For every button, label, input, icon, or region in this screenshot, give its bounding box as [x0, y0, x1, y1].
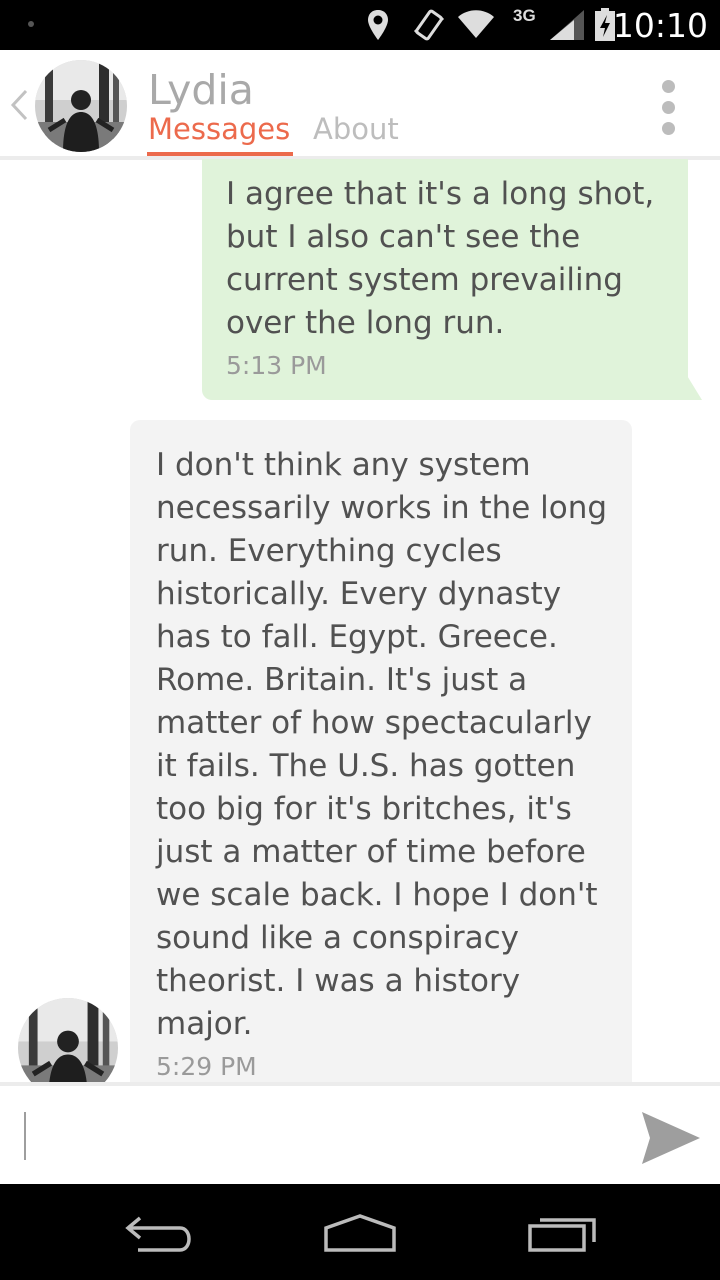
recents-nav-icon[interactable] — [526, 1214, 598, 1259]
notification-dot — [28, 21, 34, 27]
vibrate-icon — [412, 8, 446, 47]
back-chevron-icon[interactable] — [8, 88, 30, 127]
send-icon[interactable] — [640, 1110, 702, 1171]
status-bar: 3G 10:10 — [0, 0, 720, 50]
tab-messages[interactable]: Messages — [148, 112, 290, 146]
contact-avatar[interactable] — [35, 60, 127, 152]
back-nav-icon[interactable] — [124, 1214, 196, 1261]
cell-signal-icon — [548, 8, 586, 47]
location-pin-icon — [366, 8, 390, 47]
status-time: 10:10 — [612, 6, 708, 45]
contact-name: Lydia — [148, 66, 254, 114]
message-input[interactable] — [20, 1102, 620, 1172]
system-nav-bar — [0, 1184, 720, 1280]
conversation-header: Lydia Messages About — [0, 50, 720, 160]
sent-message-bubble[interactable]: I agree that it's a long shot, but I als… — [202, 159, 688, 400]
received-message-bubble[interactable]: I don't think any system necessarily wor… — [130, 420, 632, 1082]
message-timestamp: 5:13 PM — [226, 351, 327, 380]
wifi-icon — [456, 8, 496, 45]
message-text: I don't think any system necessarily wor… — [156, 447, 608, 1042]
network-type-label: 3G — [513, 6, 536, 25]
message-composer — [0, 1082, 720, 1188]
overflow-menu-icon[interactable] — [662, 80, 675, 143]
message-text: I agree that it's a long shot, but I als… — [226, 176, 655, 341]
tab-about[interactable]: About — [313, 112, 399, 146]
home-nav-icon[interactable] — [322, 1212, 398, 1259]
message-timestamp: 5:29 PM — [156, 1052, 257, 1081]
bubble-tail — [686, 374, 704, 405]
text-cursor — [24, 1112, 26, 1160]
